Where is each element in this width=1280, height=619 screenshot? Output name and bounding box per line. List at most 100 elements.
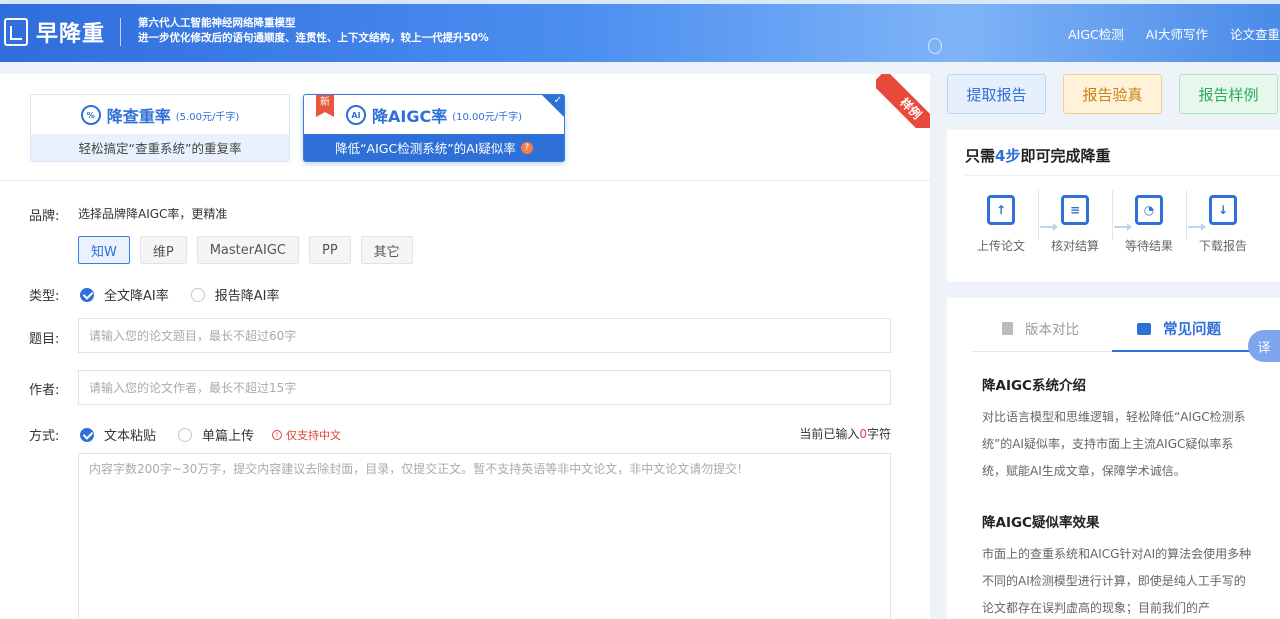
upload-icon: ↑: [987, 195, 1015, 225]
nav-ai-writing[interactable]: AI大师写作: [1146, 24, 1208, 43]
radio-unchecked-icon: [190, 287, 205, 302]
radio-upload-file[interactable]: 单篇上传: [178, 425, 254, 444]
top-nav: AIGC检测 AI大师写作 论文查重: [1068, 24, 1280, 43]
card-desc: 降低“AIGC检测系统”的AI疑似率: [335, 141, 516, 156]
counter-prefix: 当前已输入: [799, 427, 860, 441]
divider: [0, 180, 930, 181]
radio-label: 报告降AI率: [214, 289, 280, 304]
card-top: % 降查重率 (5.00元/千字): [31, 95, 289, 135]
title-input[interactable]: [78, 318, 891, 353]
radio-label: 全文降AI率: [104, 289, 169, 304]
ribbon-text: 样例: [876, 74, 930, 128]
logo-text: 早降重: [36, 22, 106, 47]
steps-title-suffix: 即可完成降重: [1020, 147, 1111, 165]
step-label: 上传论文: [976, 239, 1025, 253]
counter-value: 0: [859, 427, 867, 441]
card-price: (5.00元/千字): [175, 111, 240, 123]
step-download: ↓ 下载报告: [1193, 195, 1253, 254]
tab-label: 常见问题: [1163, 322, 1221, 338]
logo-icon: [4, 18, 28, 46]
card-price: (10.00元/千字): [452, 111, 523, 123]
tab-label: 版本对比: [1025, 322, 1079, 338]
card-desc-row: 降低“AIGC检测系统”的AI疑似率 ?: [304, 134, 564, 161]
step-checkout: ≡ 核对结算: [1045, 195, 1105, 254]
faq-body-2: 市面上的查重系统和AICG针对AI的算法会使用多种不同的AI检测模型进行计算，即…: [982, 547, 1252, 615]
percent-icon: %: [80, 105, 101, 125]
nav-plagiarism-check[interactable]: 论文查重: [1230, 24, 1280, 43]
clock-icon: ◔: [1135, 195, 1163, 225]
faq-panel: 版本对比 常见问题 降AIGC系统介绍 对比语言模型和思维逻辑，轻松降低“AIG…: [947, 298, 1280, 619]
step-separator: [1112, 190, 1113, 240]
tagline: 第六代人工智能神经网络降重模型 进一步优化修改后的语句通顺度、连贯性、上下文结构…: [138, 16, 489, 46]
verify-report-button[interactable]: 报告验真: [1063, 74, 1162, 114]
checkout-icon: ≡: [1061, 195, 1089, 225]
ai-icon: AI: [345, 105, 366, 125]
steps-panel: 只需4步即可完成降重 ↑ 上传论文 ≡ 核对结算 ◔ 等待结果 ↓ 下载报告: [947, 130, 1280, 282]
steps-title: 只需4步即可完成降重: [965, 145, 1110, 166]
brand-chip-weip[interactable]: 维P: [139, 236, 187, 264]
brand-chip-zhiw[interactable]: 知W: [78, 236, 130, 264]
steps-divider: [965, 175, 1280, 176]
nav-aigc-detect[interactable]: AIGC检测: [1068, 24, 1124, 43]
steps-title-num: 4步: [995, 147, 1021, 165]
step-wait: ◔ 等待结果: [1119, 195, 1179, 254]
sample-ribbon[interactable]: 样例: [876, 74, 930, 128]
download-icon: ↓: [1209, 195, 1237, 225]
radio-report[interactable]: 报告降AI率: [190, 285, 280, 304]
warning-text: 仅支持中文: [286, 428, 342, 442]
card-top: AI 降AIGC率 (10.00元/千字): [304, 95, 564, 135]
content-textarea[interactable]: [78, 453, 891, 619]
sample-report-button[interactable]: 报告样例: [1179, 74, 1278, 114]
char-counter: 当前已输入0字符: [799, 425, 891, 442]
order-form-panel: % 降查重率 (5.00元/千字) 轻松搞定“查重系统”的重复率 新 ✓ AI …: [0, 74, 930, 619]
author-input[interactable]: [78, 370, 891, 405]
service-card-reduce-duplicate[interactable]: % 降查重率 (5.00元/千字) 轻松搞定“查重系统”的重复率: [30, 94, 290, 162]
step-separator: [1186, 190, 1187, 240]
check-icon: ✓: [553, 95, 562, 106]
card-title: 降AIGC率: [371, 107, 448, 126]
circle-decoration-icon: [928, 38, 942, 54]
mode-label: 方式:: [29, 429, 60, 444]
counter-suffix: 字符: [866, 427, 891, 441]
tagline-line-1: 第六代人工智能神经网络降重模型: [138, 17, 296, 29]
top-header: 早降重 第六代人工智能神经网络降重模型 进一步优化修改后的语句通顺度、连贯性、上…: [0, 0, 1280, 62]
header-divider: [120, 18, 121, 46]
steps-title-prefix: 只需: [965, 147, 996, 165]
radio-checked-icon: [80, 427, 94, 442]
help-icon[interactable]: ?: [520, 141, 533, 154]
step-separator: [1038, 190, 1039, 240]
chinese-only-warning: ! 仅支持中文: [272, 427, 341, 443]
service-card-reduce-aigc[interactable]: 新 ✓ AI 降AIGC率 (10.00元/千字) 降低“AIGC检测系统”的A…: [303, 94, 565, 162]
card-desc: 轻松搞定“查重系统”的重复率: [31, 134, 289, 161]
radio-unchecked-icon: [178, 427, 193, 442]
radio-paste-text[interactable]: 文本粘贴: [80, 425, 156, 444]
translate-button[interactable]: 译: [1248, 330, 1280, 362]
faq-tabs: 版本对比 常见问题: [972, 298, 1280, 352]
faq-heading-1: 降AIGC系统介绍: [982, 378, 1086, 394]
radio-label: 文本粘贴: [104, 429, 157, 444]
brand-chip-pp[interactable]: PP: [308, 236, 351, 264]
title-label: 题目:: [29, 332, 60, 347]
type-label: 类型:: [29, 289, 60, 304]
radio-label: 单篇上传: [202, 429, 255, 444]
brand-hint: 选择品牌降AIGC率，更精准: [78, 207, 228, 221]
chat-icon: [1137, 322, 1151, 335]
tab-version-compare[interactable]: 版本对比: [1002, 318, 1079, 338]
brand-chip-masteraigc[interactable]: MasterAIGC: [196, 236, 299, 264]
faq-heading-2: 降AIGC疑似率效果: [982, 515, 1100, 531]
radio-full-text[interactable]: 全文降AI率: [80, 285, 169, 304]
card-title: 降查重率: [106, 107, 171, 126]
tab-faq[interactable]: 常见问题: [1137, 318, 1221, 339]
type-radio-group: 全文降AI率 报告降AI率: [80, 285, 301, 304]
faq-body-1: 对比语言模型和思维逻辑，轻松降低“AIGC检测系统”的AI疑似率，支持市面上主流…: [982, 410, 1246, 478]
mode-radio-group: 文本粘贴 单篇上传 ! 仅支持中文: [80, 425, 341, 444]
brand-chip-other[interactable]: 其它: [360, 236, 413, 264]
brand-chips: 知W 维P MasterAIGC PP 其它: [78, 236, 413, 264]
step-label: 核对结算: [1050, 239, 1099, 253]
author-label: 作者:: [29, 383, 60, 398]
step-label: 下载报告: [1198, 239, 1247, 253]
logo[interactable]: 早降重: [4, 16, 105, 48]
tagline-line-2: 进一步优化修改后的语句通顺度、连贯性、上下文结构，较上一代提升50%: [138, 32, 489, 44]
extract-report-button[interactable]: 提取报告: [947, 74, 1046, 114]
step-upload: ↑ 上传论文: [971, 195, 1031, 254]
